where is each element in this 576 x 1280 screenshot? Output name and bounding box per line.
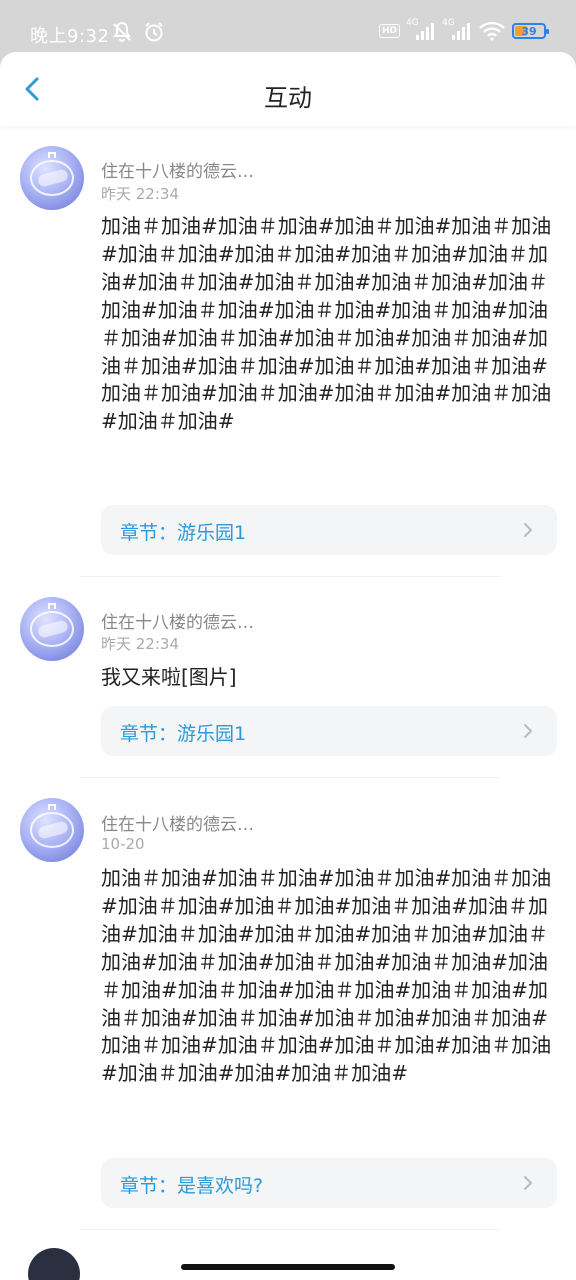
comment-text: 加油＃加油#加油＃加油#加油＃加油#加油＃加油#加油＃加油#加油＃加油#加油＃加…	[101, 214, 552, 434]
chapter-label: 章节：是喜欢吗?	[120, 1175, 264, 1197]
mute-icon	[113, 21, 131, 42]
user-name[interactable]: 住在十八楼的德云…	[101, 810, 254, 835]
chevron-right-icon	[524, 724, 532, 738]
hd-badge: HD	[378, 24, 400, 38]
comment-text: 我又来啦[图片]	[101, 665, 237, 689]
comment-text: 加油＃加油#加油＃加油#加油＃加油#加油＃加油#加油＃加油#加油＃加油#加油＃加…	[101, 866, 552, 1086]
nav-bar: 互动	[0, 52, 576, 126]
chapter-label: 章节：游乐园1	[120, 522, 247, 544]
avatar[interactable]	[20, 597, 84, 661]
battery-icon: 39	[512, 23, 549, 39]
post-time: 昨天 22:34	[101, 635, 179, 653]
avatar-crown-icon	[48, 804, 56, 810]
post-time: 昨天 22:34	[101, 185, 179, 203]
status-icons-left	[110, 20, 166, 44]
battery-percent: 39	[521, 24, 537, 38]
signal-icon-2: 4G	[442, 18, 472, 42]
avatar-crown-icon	[48, 603, 56, 609]
avatar-crown-icon	[48, 152, 56, 158]
chapter-link[interactable]: 章节：游乐园1	[101, 505, 557, 555]
avatar[interactable]	[20, 146, 84, 210]
status-time: 晚上9:32	[30, 26, 110, 47]
user-name[interactable]: 住在十八楼的德云…	[101, 157, 254, 182]
chevron-right-icon	[524, 1176, 532, 1190]
status-right: HD 4G 4G 39	[378, 18, 549, 42]
chapter-link[interactable]: 章节：游乐园1	[101, 706, 557, 756]
wifi-icon	[479, 21, 505, 41]
chevron-right-icon	[524, 523, 532, 537]
divider	[80, 576, 500, 577]
network-type-label-2: 4G	[442, 18, 455, 28]
page-title: 互动	[264, 84, 312, 112]
home-indicator[interactable]	[181, 1264, 395, 1270]
chapter-link[interactable]: 章节：是喜欢吗?	[101, 1158, 557, 1208]
avatar[interactable]	[28, 1248, 80, 1280]
avatar[interactable]	[20, 798, 84, 862]
chapter-label: 章节：游乐园1	[120, 723, 247, 745]
network-type-label: 4G	[406, 18, 419, 28]
divider	[80, 777, 500, 778]
alarm-icon	[145, 22, 163, 42]
signal-icon: 4G	[406, 18, 436, 42]
divider	[80, 1229, 500, 1230]
user-name[interactable]: 住在十八楼的德云…	[101, 608, 254, 633]
post-time: 10-20	[101, 835, 145, 853]
